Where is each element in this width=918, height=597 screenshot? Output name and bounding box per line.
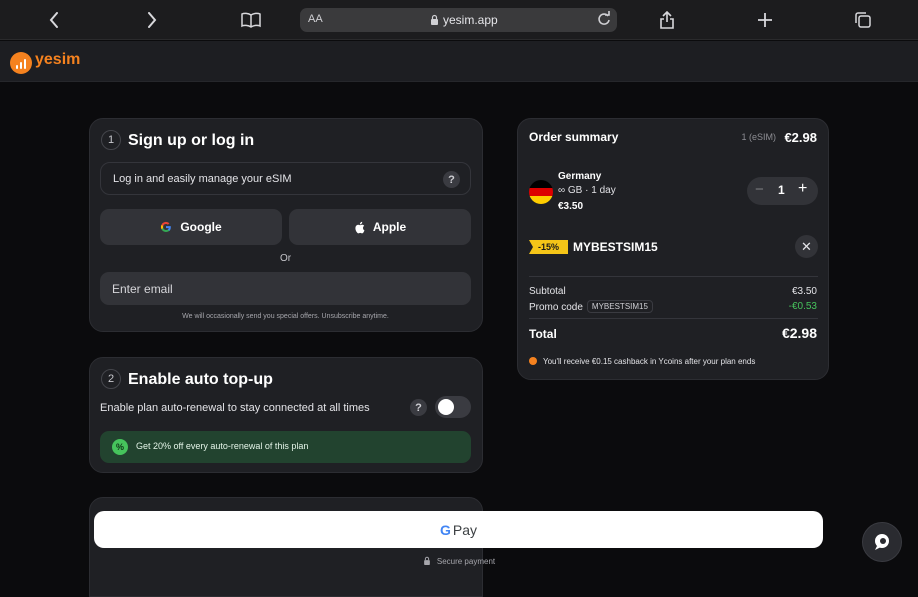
address-bar[interactable]: AA yesim.app <box>300 8 617 32</box>
increase-quantity-button[interactable]: + <box>798 180 807 198</box>
auto-renewal-toggle[interactable] <box>435 396 471 418</box>
chat-icon <box>875 534 889 550</box>
order-total-top: €2.98 <box>784 130 817 145</box>
chevron-right-icon[interactable] <box>142 8 162 32</box>
lock-icon <box>430 14 439 28</box>
logo-text[interactable]: yesim <box>35 51 80 69</box>
auto-topup-card: 2 Enable auto top-up Enable plan auto-re… <box>89 357 483 473</box>
order-summary-title: Order summary <box>529 130 619 144</box>
step-number: 1 <box>101 130 121 150</box>
cashback-text: You'll receive €0.15 cashback in Ycoins … <box>543 357 756 366</box>
apple-icon <box>355 221 365 233</box>
promo-label: Promo code <box>529 302 583 313</box>
step-title: Enable auto top-up <box>128 371 273 388</box>
step-number: 2 <box>101 369 121 389</box>
apple-label: Apple <box>372 220 407 234</box>
tabs-icon[interactable] <box>853 8 873 32</box>
google-pay-button[interactable]: G Pay <box>94 511 823 548</box>
order-summary-card: Order summary 1 (eSIM) €2.98 Germany ∞ G… <box>517 118 829 380</box>
login-info-row: Log in and easily manage your eSIM ? <box>100 162 471 195</box>
google-label: Google <box>180 220 222 234</box>
lock-icon <box>423 556 430 565</box>
plus-icon[interactable] <box>755 8 775 32</box>
ycoin-icon <box>529 357 537 365</box>
divider <box>529 276 818 277</box>
or-divider-text: Or <box>279 253 292 264</box>
reader-aa-button[interactable]: AA <box>308 13 323 25</box>
help-icon[interactable]: ? <box>410 399 427 416</box>
subtotal-label: Subtotal <box>529 286 566 297</box>
url-text: yesim.app <box>443 13 498 27</box>
discount-tag: -15% <box>529 240 568 254</box>
email-input[interactable] <box>100 272 471 305</box>
login-info-text: Log in and easily manage your eSIM <box>113 173 292 185</box>
yesim-logo-icon[interactable] <box>10 52 32 74</box>
secure-payment-text: Secure payment <box>436 557 496 566</box>
quantity-stepper: − 1 + <box>747 177 818 205</box>
promo-row-label: Promo code MYBESTSIM15 <box>529 300 653 313</box>
item-plan: ∞ GB · 1 day <box>558 185 616 196</box>
browser-toolbar: AA yesim.app <box>0 0 918 40</box>
auto-renewal-promo-banner: % Get 20% off every auto-renewal of this… <box>100 431 471 463</box>
book-icon[interactable] <box>240 8 262 32</box>
germany-flag-icon <box>529 180 553 204</box>
item-country: Germany <box>558 171 602 182</box>
google-icon <box>161 221 172 233</box>
google-pay-g-icon: G <box>439 521 451 538</box>
google-pay-label: Pay <box>452 521 477 538</box>
signup-card: 1 Sign up or log in Log in and easily ma… <box>89 118 483 332</box>
secure-payment-note: Secure payment <box>0 556 918 566</box>
site-header: yesim <box>0 41 918 82</box>
share-icon[interactable] <box>657 8 677 32</box>
decrease-quantity-button[interactable]: − <box>755 181 764 198</box>
promo-banner-text: Get 20% off every auto-renewal of this p… <box>136 441 309 451</box>
applied-promo-code: MYBESTSIM15 <box>573 240 658 254</box>
remove-promo-button[interactable]: ✕ <box>795 235 818 258</box>
help-icon[interactable]: ? <box>443 171 460 188</box>
quantity-value: 1 <box>778 183 785 197</box>
chevron-left-icon[interactable] <box>44 8 64 32</box>
order-count: 1 (eSIM) <box>741 132 776 142</box>
subtotal-value: €3.50 <box>791 286 817 297</box>
total-label: Total <box>529 327 557 341</box>
fine-print: We will occasionally send you special of… <box>182 313 389 320</box>
reload-icon[interactable] <box>597 10 611 30</box>
total-value: €2.98 <box>781 325 817 341</box>
divider <box>529 318 818 319</box>
google-login-button[interactable]: Google <box>100 209 282 245</box>
promo-discount-value: -€0.53 <box>788 301 817 312</box>
step-title: Sign up or log in <box>128 132 255 149</box>
discount-badge-icon: % <box>112 439 128 455</box>
auto-renewal-text: Enable plan auto-renewal to stay connect… <box>100 402 370 414</box>
toggle-knob <box>438 399 454 415</box>
cashback-note: You'll receive €0.15 cashback in Ycoins … <box>529 357 755 366</box>
item-price: €3.50 <box>558 201 584 212</box>
chat-support-button[interactable] <box>862 522 902 562</box>
apple-login-button[interactable]: Apple <box>289 209 471 245</box>
promo-code-chip: MYBESTSIM15 <box>586 300 653 313</box>
